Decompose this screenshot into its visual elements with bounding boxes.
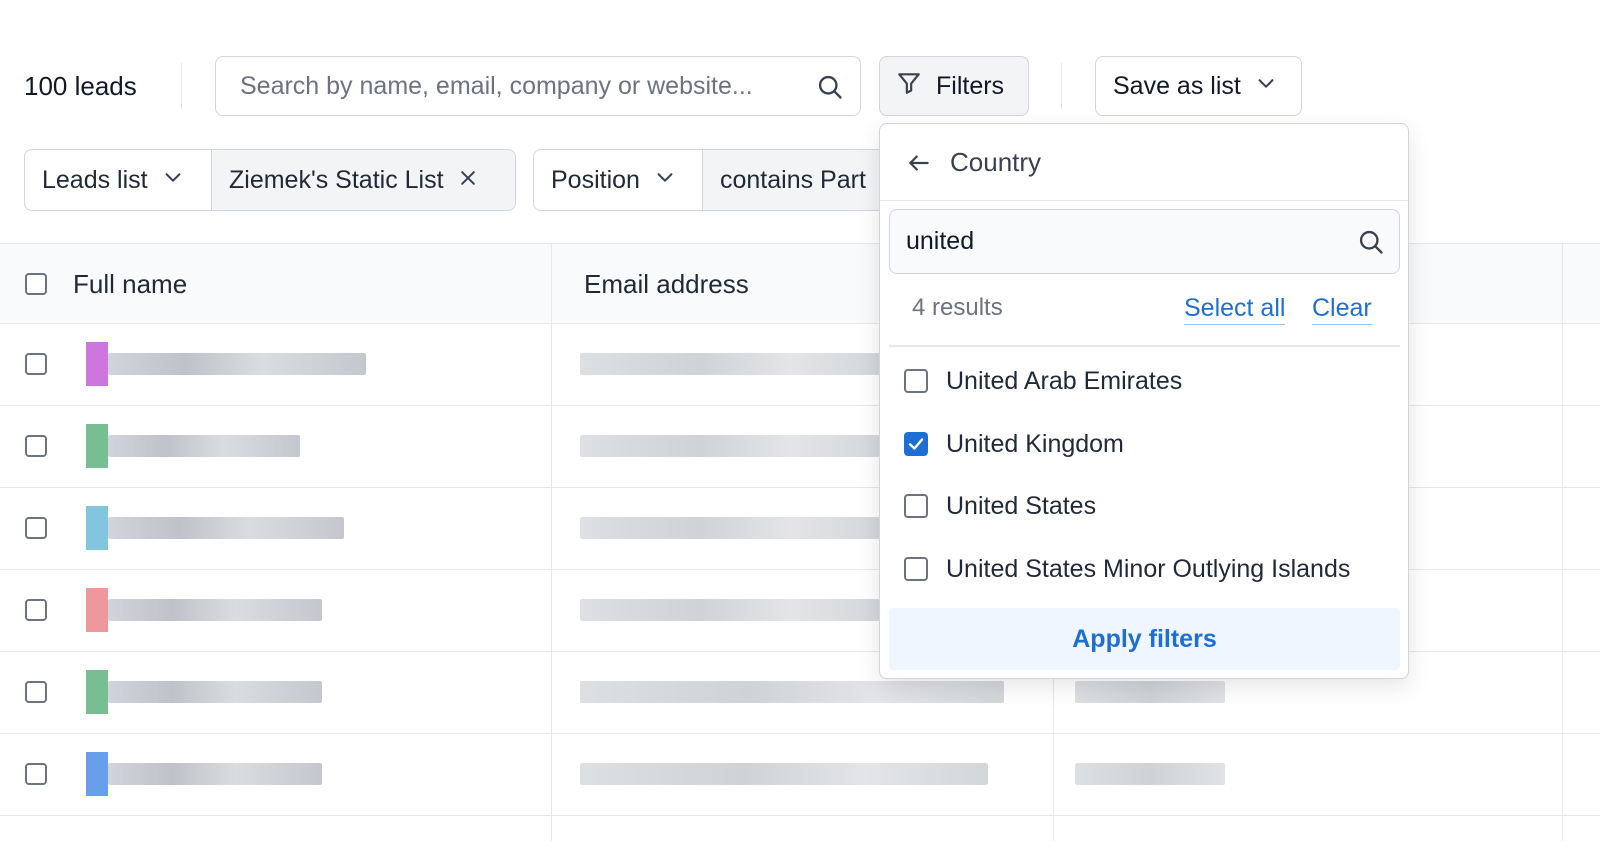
filters-button[interactable]: Filters xyxy=(879,56,1029,116)
redacted-email xyxy=(580,435,880,457)
redacted-name xyxy=(108,763,322,785)
redacted-email xyxy=(580,353,880,375)
country-filter-title: Country xyxy=(950,147,1042,177)
lead-search-input[interactable] xyxy=(240,57,800,115)
search-icon[interactable] xyxy=(816,73,844,106)
avatar xyxy=(86,506,108,550)
lead-search-box[interactable] xyxy=(215,56,861,116)
redacted-cell xyxy=(1075,681,1225,703)
redacted-cell xyxy=(1075,763,1225,785)
toolbar-divider-2 xyxy=(1061,63,1062,109)
row-checkbox[interactable] xyxy=(25,517,47,539)
clear-link[interactable]: Clear xyxy=(1312,292,1372,325)
redacted-email xyxy=(580,517,880,539)
column-header-full-name[interactable]: Full name xyxy=(73,244,187,324)
apply-filters-button[interactable]: Apply filters xyxy=(889,608,1400,670)
filter-funnel-icon xyxy=(896,70,922,103)
row-checkbox[interactable] xyxy=(25,763,47,785)
avatar xyxy=(86,342,108,386)
panel-divider xyxy=(889,345,1400,347)
redacted-name xyxy=(108,435,300,457)
redacted-name xyxy=(108,681,322,703)
redacted-email xyxy=(580,763,988,785)
filters-button-label: Filters xyxy=(936,71,1005,100)
redacted-email xyxy=(580,599,880,621)
redacted-email xyxy=(580,681,1004,703)
country-option-label: United Kingdom xyxy=(946,429,1124,458)
select-all-rows-checkbox[interactable] xyxy=(25,273,47,295)
avatar xyxy=(86,424,108,468)
lead-count: 100 leads xyxy=(24,71,137,101)
country-filter-header: Country xyxy=(880,124,1408,201)
row-checkbox[interactable] xyxy=(25,681,47,703)
country-option-checkbox[interactable] xyxy=(904,494,928,518)
row-checkbox[interactable] xyxy=(25,435,47,457)
chevron-down-icon xyxy=(1255,72,1277,101)
row-checkbox[interactable] xyxy=(25,353,47,375)
position-filter-field[interactable]: Position xyxy=(533,149,703,211)
position-filter-value[interactable]: contains Part xyxy=(702,149,902,211)
leads-list-filter-label: Leads list xyxy=(42,165,148,194)
save-as-list-label: Save as list xyxy=(1113,71,1241,100)
redacted-name xyxy=(108,517,344,539)
country-option-label: United States xyxy=(946,491,1097,520)
chevron-down-icon xyxy=(162,166,184,195)
results-count: 4 results xyxy=(912,294,1003,321)
country-option[interactable]: United Arab Emirates xyxy=(904,361,1182,401)
chevron-down-icon xyxy=(654,166,676,195)
leads-list-value-label: Ziemek's Static List xyxy=(229,165,444,194)
select-all-link[interactable]: Select all xyxy=(1184,292,1286,325)
row-checkbox[interactable] xyxy=(25,599,47,621)
redacted-name xyxy=(108,353,366,375)
avatar xyxy=(86,752,108,796)
leads-list-filter-value[interactable]: Ziemek's Static List xyxy=(211,149,516,211)
country-search-input[interactable] xyxy=(906,210,1346,273)
country-option-checkbox[interactable] xyxy=(904,557,928,581)
search-icon[interactable] xyxy=(1357,228,1385,261)
checkmark-icon xyxy=(908,438,924,450)
country-option-checkbox-checked[interactable] xyxy=(904,432,928,456)
column-header-email[interactable]: Email address xyxy=(584,244,749,324)
avatar xyxy=(86,670,108,714)
country-search-box[interactable] xyxy=(889,209,1400,274)
country-filter-panel: Country 4 results Select all Clear Unite… xyxy=(879,123,1409,679)
country-option[interactable]: United States Minor Outlying Islands xyxy=(904,549,1350,589)
save-as-list-button[interactable]: Save as list xyxy=(1095,56,1302,116)
arrow-left-icon[interactable] xyxy=(906,150,932,181)
close-icon[interactable] xyxy=(458,166,478,195)
toolbar-divider xyxy=(181,63,182,109)
country-option-label: United States Minor Outlying Islands xyxy=(946,554,1351,583)
leads-list-filter-field[interactable]: Leads list xyxy=(24,149,212,211)
avatar xyxy=(86,588,108,632)
table-row[interactable] xyxy=(0,734,1600,816)
country-option[interactable]: United Kingdom xyxy=(904,424,1124,464)
country-option[interactable]: United States xyxy=(904,486,1096,526)
country-option-label: United Arab Emirates xyxy=(946,366,1183,395)
position-filter-label: Position xyxy=(551,165,640,194)
country-option-checkbox[interactable] xyxy=(904,369,928,393)
redacted-name xyxy=(108,599,322,621)
